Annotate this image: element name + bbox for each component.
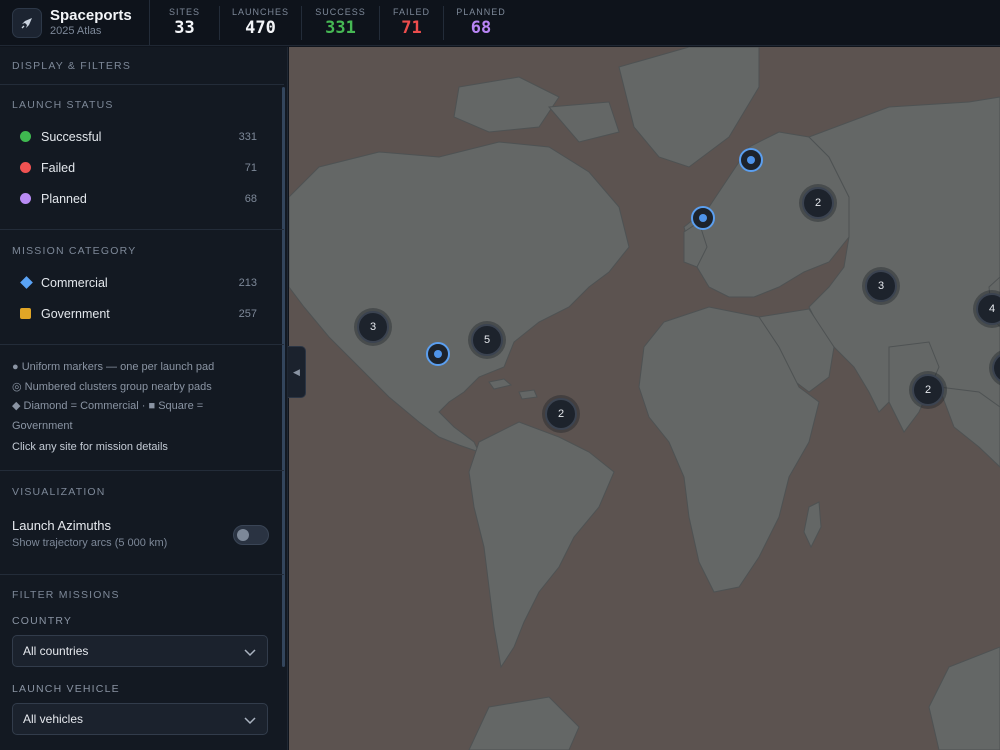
app-title: Spaceports — [50, 7, 132, 24]
vehicle-select[interactable]: All vehicles — [12, 703, 268, 735]
map-cluster[interactable]: 5 — [471, 324, 503, 356]
cluster-count: 2 — [924, 384, 932, 396]
stat-label: FAILED — [392, 6, 430, 17]
vehicle-select-value: All vehicles — [23, 712, 84, 726]
rocket-icon[interactable] — [12, 7, 42, 38]
legend-label: Failed — [41, 160, 76, 175]
country-label: COUNTRY — [12, 615, 73, 627]
top-bar: Spaceports 2025 Atlas SITES 33 LAUNCHES … — [0, 0, 1000, 46]
map-cluster[interactable]: 3 — [357, 311, 389, 343]
divider — [0, 229, 284, 230]
status-dot-purple — [20, 193, 31, 204]
azimuth-toggle-label: Launch Azimuths — [12, 518, 112, 533]
azimuth-toggle[interactable] — [233, 525, 269, 545]
divider — [0, 470, 284, 471]
filter-missions-title: FILTER MISSIONS — [12, 589, 120, 601]
sidebar: DISPLAY & FILTERS LAUNCH STATUS Successf… — [0, 47, 288, 750]
stat-label: SUCCESS — [315, 6, 366, 17]
toggle-knob — [237, 529, 249, 541]
square-icon — [20, 308, 31, 319]
legend-count: 331 — [238, 130, 257, 143]
legend-count: 71 — [244, 161, 257, 174]
stat-label: LAUNCHES — [231, 6, 289, 17]
stat-value: 33 — [174, 17, 195, 38]
map-cluster[interactable]: 2 — [545, 398, 577, 430]
map-landmass — [289, 47, 1000, 750]
stat-value: 470 — [245, 17, 276, 38]
legend-count: 68 — [244, 192, 257, 205]
stat-launches: LAUNCHES 470 — [220, 5, 302, 40]
cluster-count: 5 — [483, 334, 491, 346]
legend-count: 213 — [238, 276, 257, 289]
pad-dot — [699, 214, 707, 222]
stat-value: 68 — [470, 17, 492, 38]
legend-failed[interactable]: Failed 71 — [0, 152, 284, 183]
azimuth-toggle-sub: Show trajectory arcs (5 000 km) — [12, 537, 168, 549]
pad-dot — [434, 350, 442, 358]
status-dot-green — [20, 131, 31, 142]
divider — [0, 344, 284, 345]
map-cluster[interactable]: 2 — [802, 187, 834, 219]
stat-planned: PLANNED 68 — [444, 6, 518, 40]
legend-label: Government — [41, 306, 110, 321]
country-select[interactable]: All countries — [12, 635, 268, 667]
launch-status-title: LAUNCH STATUS — [12, 99, 114, 111]
chevron-down-icon — [244, 649, 256, 657]
launch-pad-marker[interactable] — [739, 148, 763, 172]
collapse-sidebar-button[interactable]: ◀ — [288, 346, 306, 398]
cluster-count: 3 — [369, 321, 377, 333]
legend-successful[interactable]: Successful 331 — [0, 121, 284, 152]
brand: Spaceports 2025 Atlas — [0, 0, 150, 45]
note-uniform-markers: ● Uniform markers — one per launch pad — [12, 361, 215, 373]
cluster-count: 3 — [877, 280, 885, 292]
world-map[interactable]: 3 5 2 2 3 4 2 — [289, 47, 1000, 750]
mission-category-title: MISSION CATEGORY — [12, 245, 137, 257]
legend-planned[interactable]: Planned 68 — [0, 183, 284, 214]
stat-value: 71 — [401, 17, 422, 38]
stat-label: PLANNED — [456, 6, 506, 17]
divider — [0, 574, 284, 575]
stat-value: 331 — [325, 17, 356, 38]
launch-pad-marker[interactable] — [691, 206, 715, 230]
diamond-icon — [20, 276, 33, 289]
note-shapes: ◆ Diamond = Commercial · ■ Square = Gove… — [12, 400, 204, 432]
visualization-title: VISUALIZATION — [12, 486, 106, 498]
note-click-hint: Click any site for mission details — [12, 441, 168, 453]
legend-label: Commercial — [41, 275, 108, 290]
chevron-left-icon: ◀ — [293, 366, 300, 377]
cluster-count: 4 — [988, 303, 996, 315]
stat-sites: SITES 33 — [150, 5, 220, 40]
map-cluster[interactable]: 4 — [976, 293, 1000, 325]
map-cluster[interactable]: 2 — [912, 374, 944, 406]
note-clusters: ◎ Numbered clusters group nearby pads — [12, 380, 212, 393]
stat-success: SUCCESS 331 — [302, 5, 380, 40]
legend-label: Planned — [41, 191, 87, 206]
legend-government[interactable]: Government 257 — [0, 298, 284, 329]
cluster-count: 2 — [814, 197, 822, 209]
status-dot-red — [20, 162, 31, 173]
cluster-count: 2 — [557, 408, 565, 420]
legend-commercial[interactable]: Commercial 213 — [0, 267, 284, 298]
legend-label: Successful — [41, 129, 102, 144]
chevron-down-icon — [244, 717, 256, 725]
country-select-value: All countries — [23, 644, 89, 658]
app-subtitle: 2025 Atlas — [50, 25, 102, 37]
sidebar-header: DISPLAY & FILTERS — [12, 60, 132, 72]
map-cluster[interactable]: 3 — [865, 270, 897, 302]
launch-pad-marker[interactable] — [426, 342, 450, 366]
stat-label: SITES — [168, 6, 200, 17]
legend-count: 257 — [238, 307, 257, 320]
pad-dot — [747, 156, 755, 164]
divider — [0, 84, 284, 85]
vehicle-label: LAUNCH VEHICLE — [12, 683, 120, 695]
stat-failed: FAILED 71 — [380, 5, 444, 40]
